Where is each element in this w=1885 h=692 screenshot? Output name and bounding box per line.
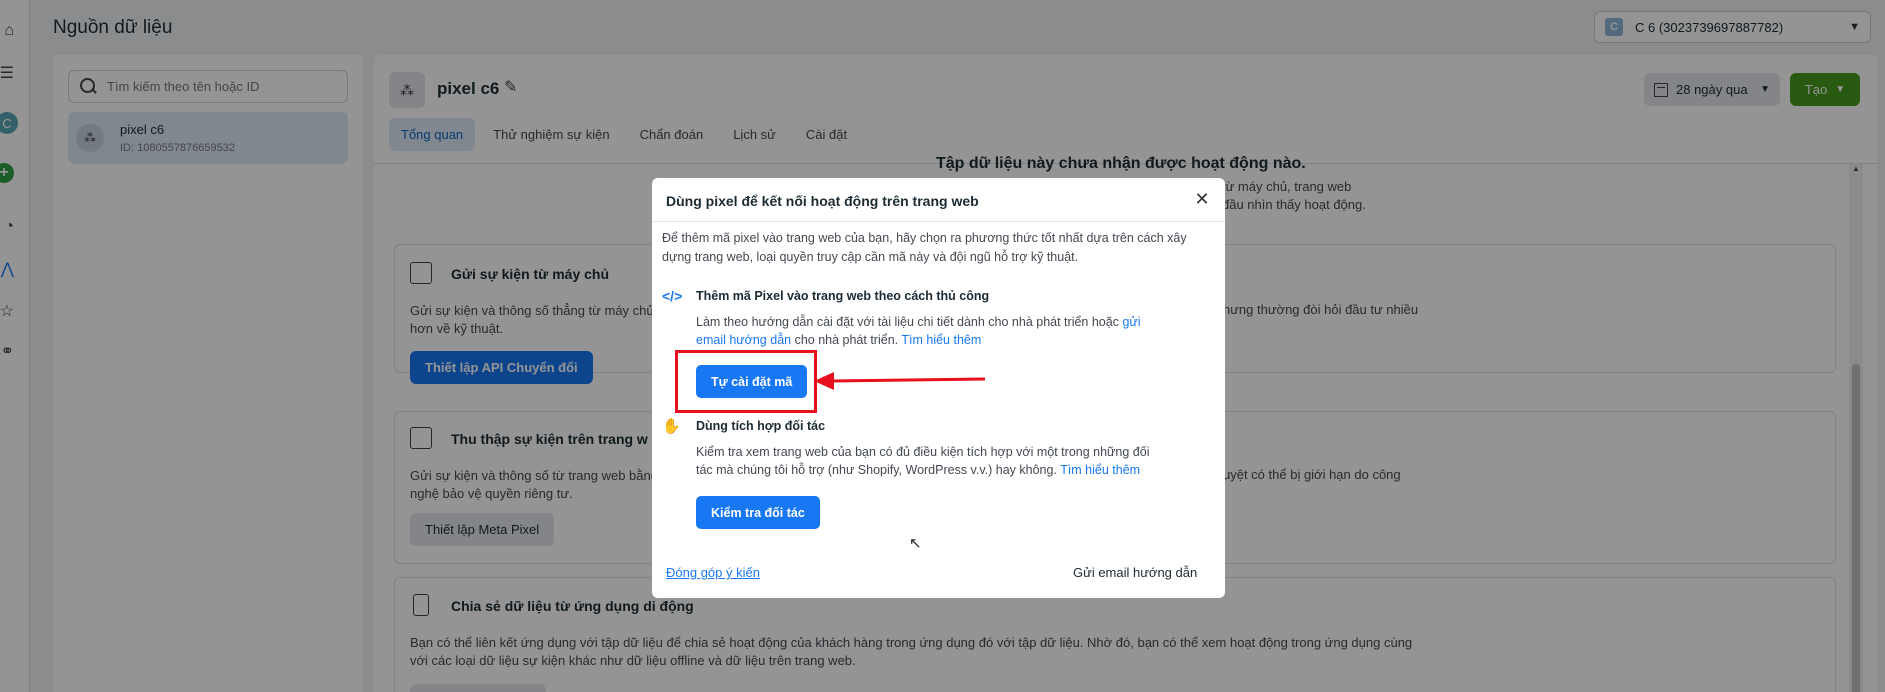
email-instructions-link[interactable]: email hướng dẫn bbox=[696, 333, 791, 347]
check-partners-button[interactable]: Kiểm tra đối tác bbox=[696, 496, 820, 529]
dialog-intro: dựng trang web, loại quyền truy cập cần … bbox=[662, 250, 1079, 264]
mouse-cursor-icon: ↖ bbox=[909, 535, 922, 552]
learn-more-link[interactable]: Tìm hiểu thêm bbox=[901, 333, 981, 347]
manual-install-text: Làm theo hướng dẫn cài đặt với tài liệu … bbox=[696, 315, 1141, 329]
partner-integration-text: Kiểm tra xem trang web của bạn có đủ điề… bbox=[696, 445, 1150, 459]
manual-install-text: email hướng dẫn cho nhà phát triển. Tìm … bbox=[696, 333, 982, 347]
annotation-arrow bbox=[814, 372, 986, 390]
divider bbox=[652, 221, 1225, 222]
send-email-link[interactable]: gửi bbox=[1122, 315, 1140, 329]
manual-install-title: Thêm mã Pixel vào trang web theo cách th… bbox=[696, 289, 990, 303]
learn-more-link[interactable]: Tìm hiểu thêm bbox=[1060, 463, 1140, 477]
code-icon: </> bbox=[662, 288, 683, 304]
partner-integration-title: Dùng tích hợp đối tác bbox=[696, 419, 826, 433]
annotation-highlight-box bbox=[675, 350, 817, 413]
handshake-icon: ✋ bbox=[662, 418, 681, 435]
email-instructions-button[interactable]: Gửi email hướng dẫn bbox=[1073, 565, 1197, 580]
dialog-title: Dùng pixel để kết nối hoạt động trên tra… bbox=[666, 193, 979, 209]
partner-integration-text: tác mà chúng tôi hỗ trợ (như Shopify, Wo… bbox=[696, 463, 1141, 477]
feedback-link[interactable]: Đóng góp ý kiến bbox=[666, 565, 760, 580]
close-icon[interactable]: ✕ bbox=[1191, 188, 1213, 210]
dialog-intro: Để thêm mã pixel vào trang web của bạn, … bbox=[662, 231, 1187, 245]
